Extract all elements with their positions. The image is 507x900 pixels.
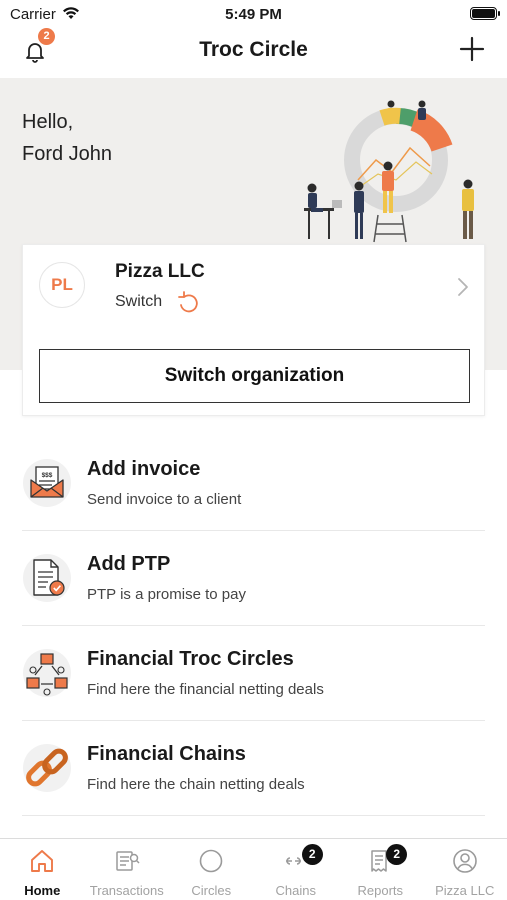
- action-title: Financial Troc Circles: [87, 648, 294, 670]
- org-avatar: PL: [39, 262, 85, 308]
- action-subtitle: Find here the financial netting deals: [87, 681, 324, 698]
- add-button[interactable]: [459, 36, 485, 62]
- switch-organization-button[interactable]: Switch organization: [39, 349, 470, 403]
- chevron-right-icon[interactable]: [456, 277, 470, 297]
- tab-label: Home: [24, 883, 61, 898]
- action-title: Financial Chains: [87, 743, 246, 765]
- svg-text:$$$: $$$: [42, 472, 53, 479]
- action-title: Add PTP: [87, 553, 171, 575]
- nav-bar: 2 Troc Circle: [0, 28, 507, 78]
- switch-arrow-icon[interactable]: [175, 291, 201, 315]
- tab-circles[interactable]: Circles: [169, 839, 254, 900]
- battery-icon: [470, 7, 500, 20]
- user-profile-icon: [452, 849, 477, 873]
- tab-label: Reports: [357, 883, 404, 898]
- status-bar: Carrier 5:49 PM: [0, 0, 507, 28]
- tab-reports[interactable]: 2 Reports: [338, 839, 423, 900]
- home-icon: [31, 850, 54, 872]
- troc-circles-icon: [23, 649, 71, 697]
- org-name[interactable]: Pizza LLC: [115, 261, 205, 283]
- actions-list: $$$ Add invoice Send invoice to a client…: [22, 436, 485, 816]
- chain-links-icon: [23, 744, 71, 792]
- action-subtitle: Find here the chain netting deals: [87, 776, 305, 793]
- action-title: Add invoice: [87, 458, 201, 480]
- action-add-ptp[interactable]: Add PTP PTP is a promise to pay: [22, 531, 485, 626]
- action-financial-troc-circles[interactable]: Financial Troc Circles Find here the fin…: [22, 626, 485, 721]
- greeting: Hello, Ford John: [22, 106, 112, 170]
- tab-label: Pizza LLC: [435, 883, 495, 898]
- transactions-icon: [116, 851, 140, 871]
- greeting-line1: Hello,: [22, 111, 74, 133]
- chains-badge: 2: [301, 844, 323, 865]
- org-switch-label[interactable]: Switch: [115, 293, 162, 311]
- plus-icon: [459, 36, 485, 62]
- tab-label: Circles: [191, 883, 232, 898]
- reports-badge: 2: [386, 844, 408, 865]
- status-time: 5:49 PM: [225, 6, 282, 23]
- greeting-user-name: Ford John: [22, 143, 113, 165]
- battery-level: [472, 9, 495, 18]
- page-title: Troc Circle: [199, 38, 308, 61]
- organization-card: PL Pizza LLC Switch Switch organization: [22, 244, 485, 416]
- action-subtitle: Send invoice to a client: [87, 491, 242, 508]
- action-add-invoice[interactable]: $$$ Add invoice Send invoice to a client: [22, 436, 485, 531]
- action-financial-chains[interactable]: Financial Chains Find here the chain net…: [22, 721, 485, 816]
- invoice-envelope-icon: $$$: [23, 459, 71, 507]
- action-subtitle: PTP is a promise to pay: [87, 586, 246, 603]
- tab-label: Chains: [275, 883, 316, 898]
- circle-icon: [199, 849, 223, 873]
- tab-label: Transactions: [89, 883, 164, 898]
- team-chart-illustration: [304, 100, 474, 243]
- tab-home[interactable]: Home: [0, 839, 85, 900]
- tab-bar: Home Transactions Circles 2 Chains 2 Rep…: [0, 838, 507, 900]
- tab-chains[interactable]: 2 Chains: [254, 839, 339, 900]
- tab-transactions[interactable]: Transactions: [85, 839, 170, 900]
- tab-profile[interactable]: Pizza LLC: [423, 839, 507, 900]
- ptp-document-icon: [23, 554, 71, 602]
